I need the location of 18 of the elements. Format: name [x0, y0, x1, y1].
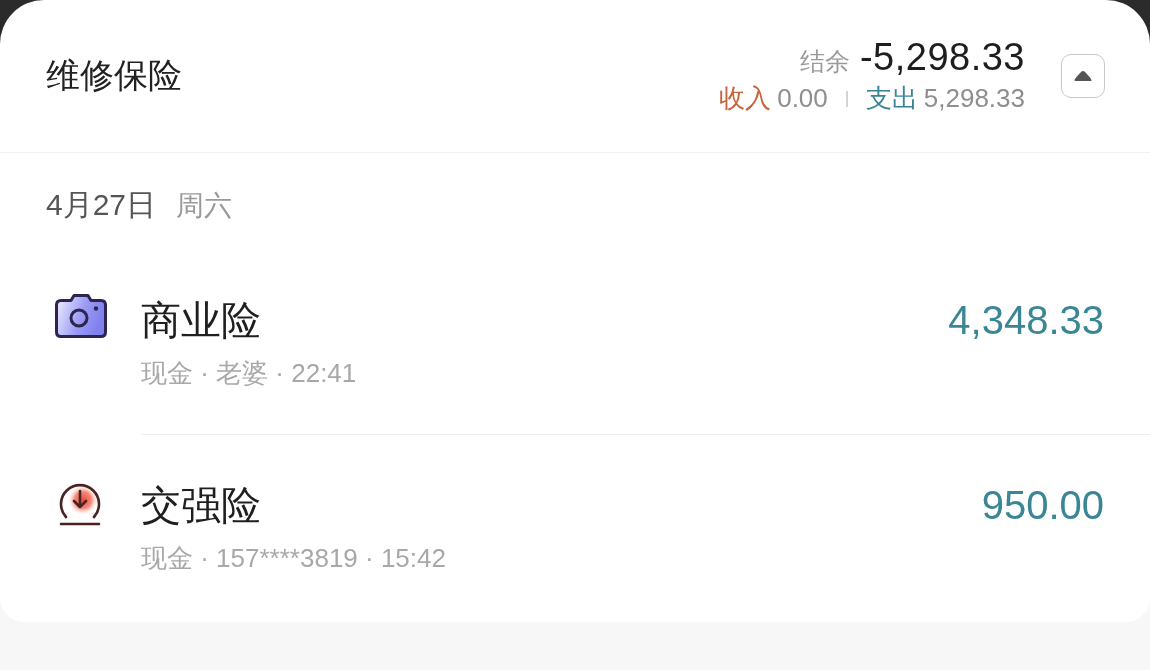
caret-up-icon [1073, 70, 1093, 82]
day-date: 4月27日 [46, 187, 157, 223]
ledger-title: 维修保险 [46, 55, 182, 96]
entry-title: 商业险 [141, 297, 261, 344]
balance-value: -5,298.33 [859, 36, 1025, 79]
collapse-button[interactable] [1061, 54, 1105, 98]
income-value: 0.00 [777, 83, 828, 114]
entry-amount: 4,348.33 [948, 297, 1104, 344]
entry-amount: 950.00 [981, 482, 1104, 529]
entry-details: 现金 · 老婆 · 22:41 [141, 357, 357, 390]
entry-details: 现金 · 157****3819 · 15:42 [141, 542, 446, 575]
expense-label: 支出 [865, 82, 918, 115]
balance-label: 结余 [799, 46, 850, 77]
day-weekday: 周六 [176, 189, 233, 223]
entry-title: 交强险 [141, 482, 261, 529]
income-label: 收入 [719, 82, 772, 115]
expense-value: 5,298.33 [923, 83, 1025, 114]
camera-icon [53, 292, 109, 340]
